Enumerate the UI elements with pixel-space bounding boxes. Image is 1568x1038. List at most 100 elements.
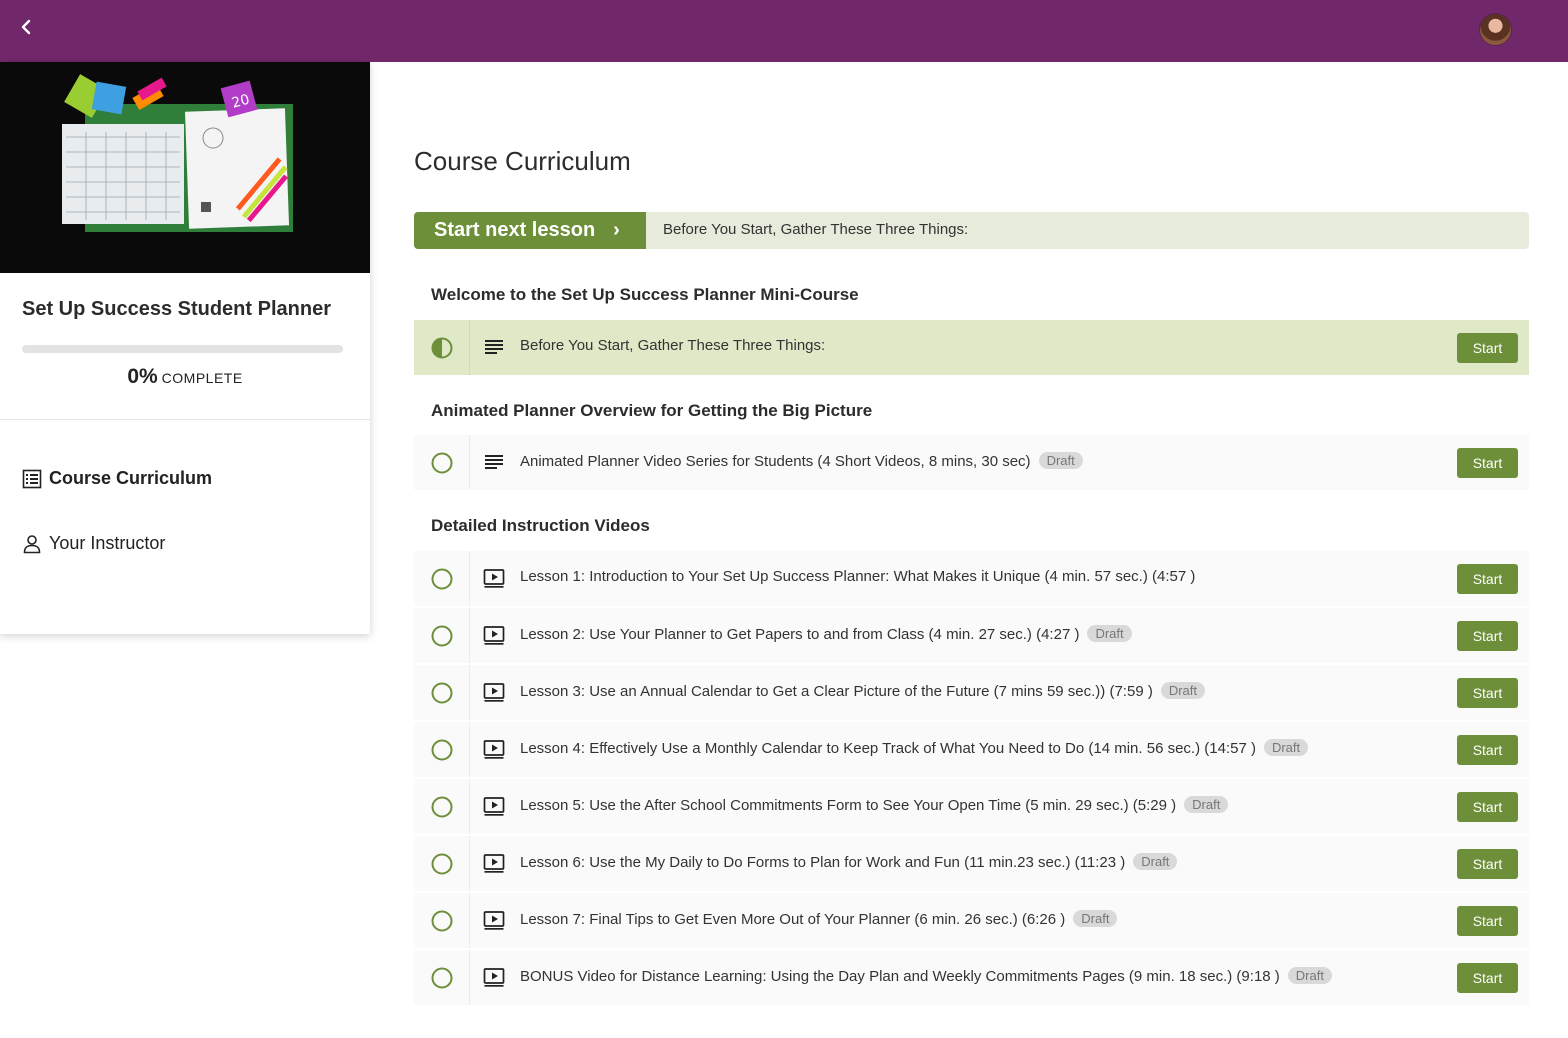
lecture-title: Lesson 6: Use the My Daily to Do Forms t… [520,854,1126,871]
lecture-row[interactable]: Before You Start, Gather These Three Thi… [414,320,1529,375]
next-lesson-title: Before You Start, Gather These Three Thi… [663,221,969,238]
user-avatar[interactable] [1479,13,1512,46]
lecture-title: Lesson 2: Use Your Planner to Get Papers… [520,626,1080,643]
draft-badge: Draft [1073,910,1118,927]
start-button[interactable]: Start [1457,621,1518,651]
video-lesson-icon [483,624,505,646]
start-next-lesson-label: Start next lesson [434,219,596,241]
lecture-title: Before You Start, Gather These Three Thi… [520,337,826,354]
curriculum-list-icon [22,469,42,488]
empty-circle-status-icon [431,625,453,647]
draft-badge: Draft [1087,625,1132,642]
progress-word: COMPLETE [161,370,243,386]
lecture-row[interactable]: BONUS Video for Distance Learning: Using… [414,950,1529,1005]
draft-badge: Draft [1184,796,1229,813]
lecture-title: Lesson 5: Use the After School Commitmen… [520,797,1177,814]
status-divider [469,551,470,606]
progress-bar [22,345,343,353]
start-button[interactable]: Start [1457,849,1518,879]
start-button[interactable]: Start [1457,678,1518,708]
course-sidebar: 20 Set Up Success Student Planner 0% COMP… [0,62,370,634]
lecture-title-wrap: Lesson 1: Introduction to Your Set Up Su… [520,568,1195,585]
section-title: Animated Planner Overview for Getting th… [431,401,873,420]
lecture-title: Lesson 7: Final Tips to Get Even More Ou… [520,911,1066,928]
video-lesson-icon [483,852,505,874]
status-divider [469,722,470,777]
lecture-title-wrap: Lesson 2: Use Your Planner to Get Papers… [520,625,1132,643]
lecture-title: BONUS Video for Distance Learning: Using… [520,968,1280,985]
sidebar-item-course-curriculum[interactable]: Course Curriculum [22,468,212,489]
status-divider [469,665,470,720]
half-circle-progress-icon [431,337,453,359]
course-title: Set Up Success Student Planner [22,298,331,320]
draft-badge: Draft [1263,739,1309,756]
lecture-row[interactable]: Lesson 6: Use the My Daily to Do Forms t… [414,836,1529,891]
sidebar-item-label: Course Curriculum [49,468,213,488]
next-lesson-bar: Start next lesson › Before You Start, Ga… [414,212,1529,249]
status-divider [469,608,470,663]
lecture-row[interactable]: Lesson 3: Use an Annual Calendar to Get … [414,665,1529,720]
lecture-title-wrap: Lesson 5: Use the After School Commitmen… [520,796,1229,814]
status-divider [469,779,470,834]
person-icon [23,534,41,553]
start-button[interactable]: Start [1457,448,1518,478]
empty-circle-status-icon [431,967,453,989]
status-divider [469,320,470,375]
video-lesson-icon [483,567,505,589]
lecture-row[interactable]: Lesson 5: Use the After School Commitmen… [414,779,1529,834]
lecture-row[interactable]: Animated Planner Video Series for Studen… [414,435,1529,490]
status-divider [469,836,470,891]
chevron-left-icon[interactable] [14,14,40,40]
lecture-title: Lesson 4: Effectively Use a Monthly Cale… [520,740,1256,757]
sidebar-item-your-instructor[interactable]: Your Instructor [22,533,165,554]
lecture-title: Animated Planner Video Series for Studen… [520,453,1031,470]
start-button[interactable]: Start [1457,564,1518,594]
lecture-title-wrap: Animated Planner Video Series for Studen… [520,452,1083,470]
lecture-row[interactable]: Lesson 4: Effectively Use a Monthly Cale… [414,722,1529,777]
sidebar-divider [0,419,370,420]
start-button[interactable]: Start [1457,963,1518,993]
video-lesson-icon [483,738,505,760]
start-button[interactable]: Start [1457,735,1518,765]
status-divider [469,893,470,948]
sidebar-item-label: Your Instructor [49,533,166,553]
draft-badge: Draft [1287,967,1332,984]
video-lesson-icon [483,966,505,988]
lecture-row[interactable]: Lesson 1: Introduction to Your Set Up Su… [414,551,1529,606]
empty-circle-status-icon [431,682,453,704]
empty-circle-status-icon [431,853,453,875]
status-divider [469,435,470,490]
empty-circle-status-icon [431,910,453,932]
progress-label: 0% COMPLETE [0,365,370,389]
section-title: Detailed Instruction Videos [431,516,650,535]
lecture-title: Lesson 1: Introduction to Your Set Up Su… [520,568,1196,585]
lecture-title-wrap: Lesson 4: Effectively Use a Monthly Cale… [520,739,1309,757]
lecture-title-wrap: BONUS Video for Distance Learning: Using… [520,967,1332,985]
status-divider [469,950,470,1005]
lecture-title-wrap: Lesson 7: Final Tips to Get Even More Ou… [520,910,1118,928]
start-button[interactable]: Start [1457,792,1518,822]
lecture-row[interactable]: Lesson 7: Final Tips to Get Even More Ou… [414,893,1529,948]
top-bar [0,0,1568,62]
lecture-row[interactable]: Lesson 2: Use Your Planner to Get Papers… [414,608,1529,663]
empty-circle-status-icon [431,452,453,474]
course-cover-image: 20 [0,62,370,273]
draft-badge: Draft [1038,452,1083,469]
page-title: Course Curriculum [414,146,631,176]
start-button[interactable]: Start [1457,333,1518,363]
video-lesson-icon [483,681,505,703]
empty-circle-status-icon [431,568,453,590]
lecture-title: Lesson 3: Use an Annual Calendar to Get … [520,683,1153,700]
chevron-right-icon: › [613,219,620,241]
section-title: Welcome to the Set Up Success Planner Mi… [431,285,859,304]
video-lesson-icon [483,909,505,931]
draft-badge: Draft [1133,853,1178,870]
progress-percent: 0% [127,365,158,388]
start-next-lesson-button[interactable]: Start next lesson › [414,212,646,249]
start-button[interactable]: Start [1457,906,1518,936]
draft-badge: Draft [1160,682,1205,699]
empty-circle-status-icon [431,739,453,761]
lecture-title-wrap: Lesson 6: Use the My Daily to Do Forms t… [520,853,1178,871]
empty-circle-status-icon [431,796,453,818]
lecture-title-wrap: Before You Start, Gather These Three Thi… [520,337,825,354]
